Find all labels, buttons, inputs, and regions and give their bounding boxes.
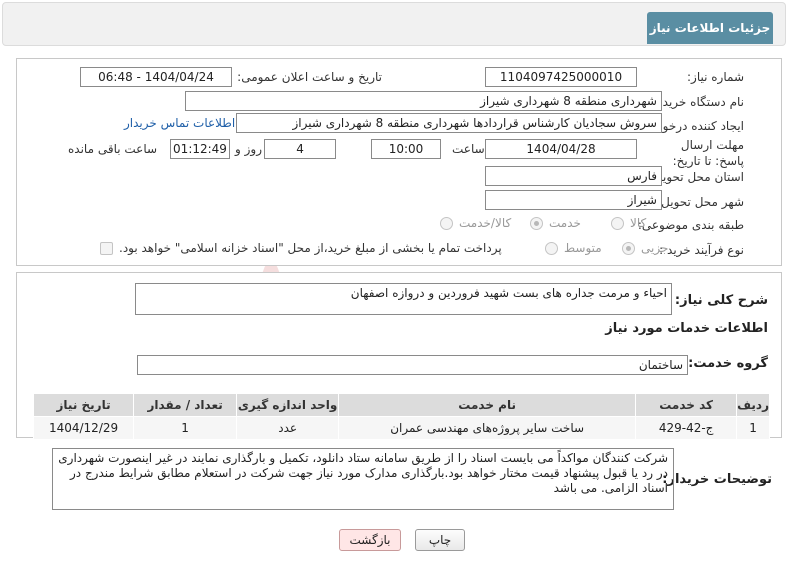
cell-quantity: 1 xyxy=(133,416,238,440)
deadline-time-label: ساعت xyxy=(452,142,485,156)
category-option-service-label: خدمت xyxy=(549,216,581,230)
cell-row-number: 1 xyxy=(736,416,770,440)
province-label: استان محل تحویل: xyxy=(649,170,744,184)
service-group-label: گروه خدمت: xyxy=(688,356,768,371)
remaining-time-field: 01:12:49 xyxy=(170,139,230,159)
table-row: 1 ج-42-429 ساخت سایر پروژه‌های مهندسی عم… xyxy=(32,416,770,440)
announce-datetime-field: 1404/04/24 - 06:48 xyxy=(80,67,232,87)
category-radio-service[interactable] xyxy=(530,216,543,230)
category-option-both[interactable]: کالا/خدمت xyxy=(440,216,511,230)
process-radio-minor[interactable] xyxy=(622,241,635,255)
page-header: جزئیات اطلاعات نیاز xyxy=(2,2,786,46)
deadline-label: مهلت ارسال پاسخ: تا تاریخ: xyxy=(672,138,744,168)
col-quantity: تعداد / مقدار xyxy=(133,393,238,417)
summary-textarea[interactable]: احیاء و مرمت جداره های بست شهید فروردین … xyxy=(135,283,672,315)
category-option-goods[interactable]: کالا xyxy=(611,216,646,230)
process-option-medium[interactable]: متوسط xyxy=(545,241,602,255)
announce-datetime-label: تاریخ و ساعت اعلان عمومی: xyxy=(237,70,382,84)
city-label: شهر محل تحویل: xyxy=(657,195,744,209)
province-field: فارس xyxy=(485,166,662,186)
need-number-field: 1104097425000010 xyxy=(485,67,637,87)
buyer-notes-text: شرکت کنندگان مواکداً می بایست اسناد را ا… xyxy=(58,451,668,495)
category-label: طبقه بندی موضوعی: xyxy=(637,218,744,232)
back-button[interactable]: بازگشت xyxy=(339,529,401,551)
buyer-org-label: نام دستگاه خریدار: xyxy=(649,95,745,109)
deadline-date-field: 1404/04/28 xyxy=(485,139,637,159)
buyer-contact-link[interactable]: اطلاعات تماس خریدار xyxy=(124,116,235,130)
summary-label: شرح کلی نیاز: xyxy=(674,293,768,308)
col-unit: واحد اندازه گیری xyxy=(236,393,340,417)
requester-field: سروش سجادیان کارشناس قراردادها شهرداری م… xyxy=(236,113,662,133)
page-title: جزئیات اطلاعات نیاز xyxy=(647,12,773,44)
col-service-name: نام خدمت xyxy=(338,393,637,417)
process-option-minor[interactable]: جزیی xyxy=(622,241,668,255)
col-need-date: تاریخ نیاز xyxy=(32,393,135,417)
treasury-payment-note: پرداخت تمام یا بخشی از مبلغ خرید،از محل … xyxy=(119,241,502,255)
need-number-label: شماره نیاز: xyxy=(687,70,744,84)
service-group-field: ساختمان xyxy=(137,355,688,375)
services-table: ردیف کد خدمت نام خدمت واحد اندازه گیری ت… xyxy=(32,393,770,440)
treasury-payment-checkbox[interactable] xyxy=(100,241,113,255)
need-details-panel xyxy=(16,58,782,266)
category-option-service[interactable]: خدمت xyxy=(530,216,581,230)
process-type-label: نوع فرآیند خرید : xyxy=(659,243,744,257)
col-service-code: کد خدمت xyxy=(635,393,738,417)
process-option-minor-label: جزیی xyxy=(641,241,669,255)
category-option-both-label: کالا/خدمت xyxy=(459,216,512,230)
cell-need-date: 1404/12/29 xyxy=(32,416,135,440)
treasury-payment-option[interactable]: پرداخت تمام یا بخشی از مبلغ خرید،از محل … xyxy=(100,241,502,255)
col-row-number: ردیف xyxy=(736,393,770,417)
buyer-notes-textarea[interactable]: شرکت کنندگان مواکداً می بایست اسناد را ا… xyxy=(52,448,674,510)
city-field: شیراز xyxy=(485,190,662,210)
process-option-medium-label: متوسط xyxy=(564,241,602,255)
days-label: روز و xyxy=(235,142,262,156)
cell-service-name: ساخت سایر پروژه‌های مهندسی عمران xyxy=(338,416,637,440)
buyer-notes-label: توضیحات خریدار: xyxy=(662,472,772,487)
category-radio-goods[interactable] xyxy=(611,216,624,230)
category-option-goods-label: کالا xyxy=(630,216,647,230)
print-button[interactable]: چاپ xyxy=(415,529,465,551)
deadline-time-field: 10:00 xyxy=(371,139,441,159)
category-radio-both[interactable] xyxy=(440,216,453,230)
cell-service-code: ج-42-429 xyxy=(635,416,738,440)
buyer-org-field: شهرداری منطقه 8 شهرداری شیراز xyxy=(185,91,662,111)
cell-unit: عدد xyxy=(236,416,340,440)
summary-text: احیاء و مرمت جداره های بست شهید فروردین … xyxy=(350,286,667,300)
services-section-title: اطلاعات خدمات مورد نیاز xyxy=(605,321,768,336)
process-radio-medium[interactable] xyxy=(545,241,558,255)
days-field: 4 xyxy=(264,139,336,159)
services-table-header: ردیف کد خدمت نام خدمت واحد اندازه گیری ت… xyxy=(32,393,770,417)
remaining-time-label: ساعت باقی مانده xyxy=(68,142,158,156)
